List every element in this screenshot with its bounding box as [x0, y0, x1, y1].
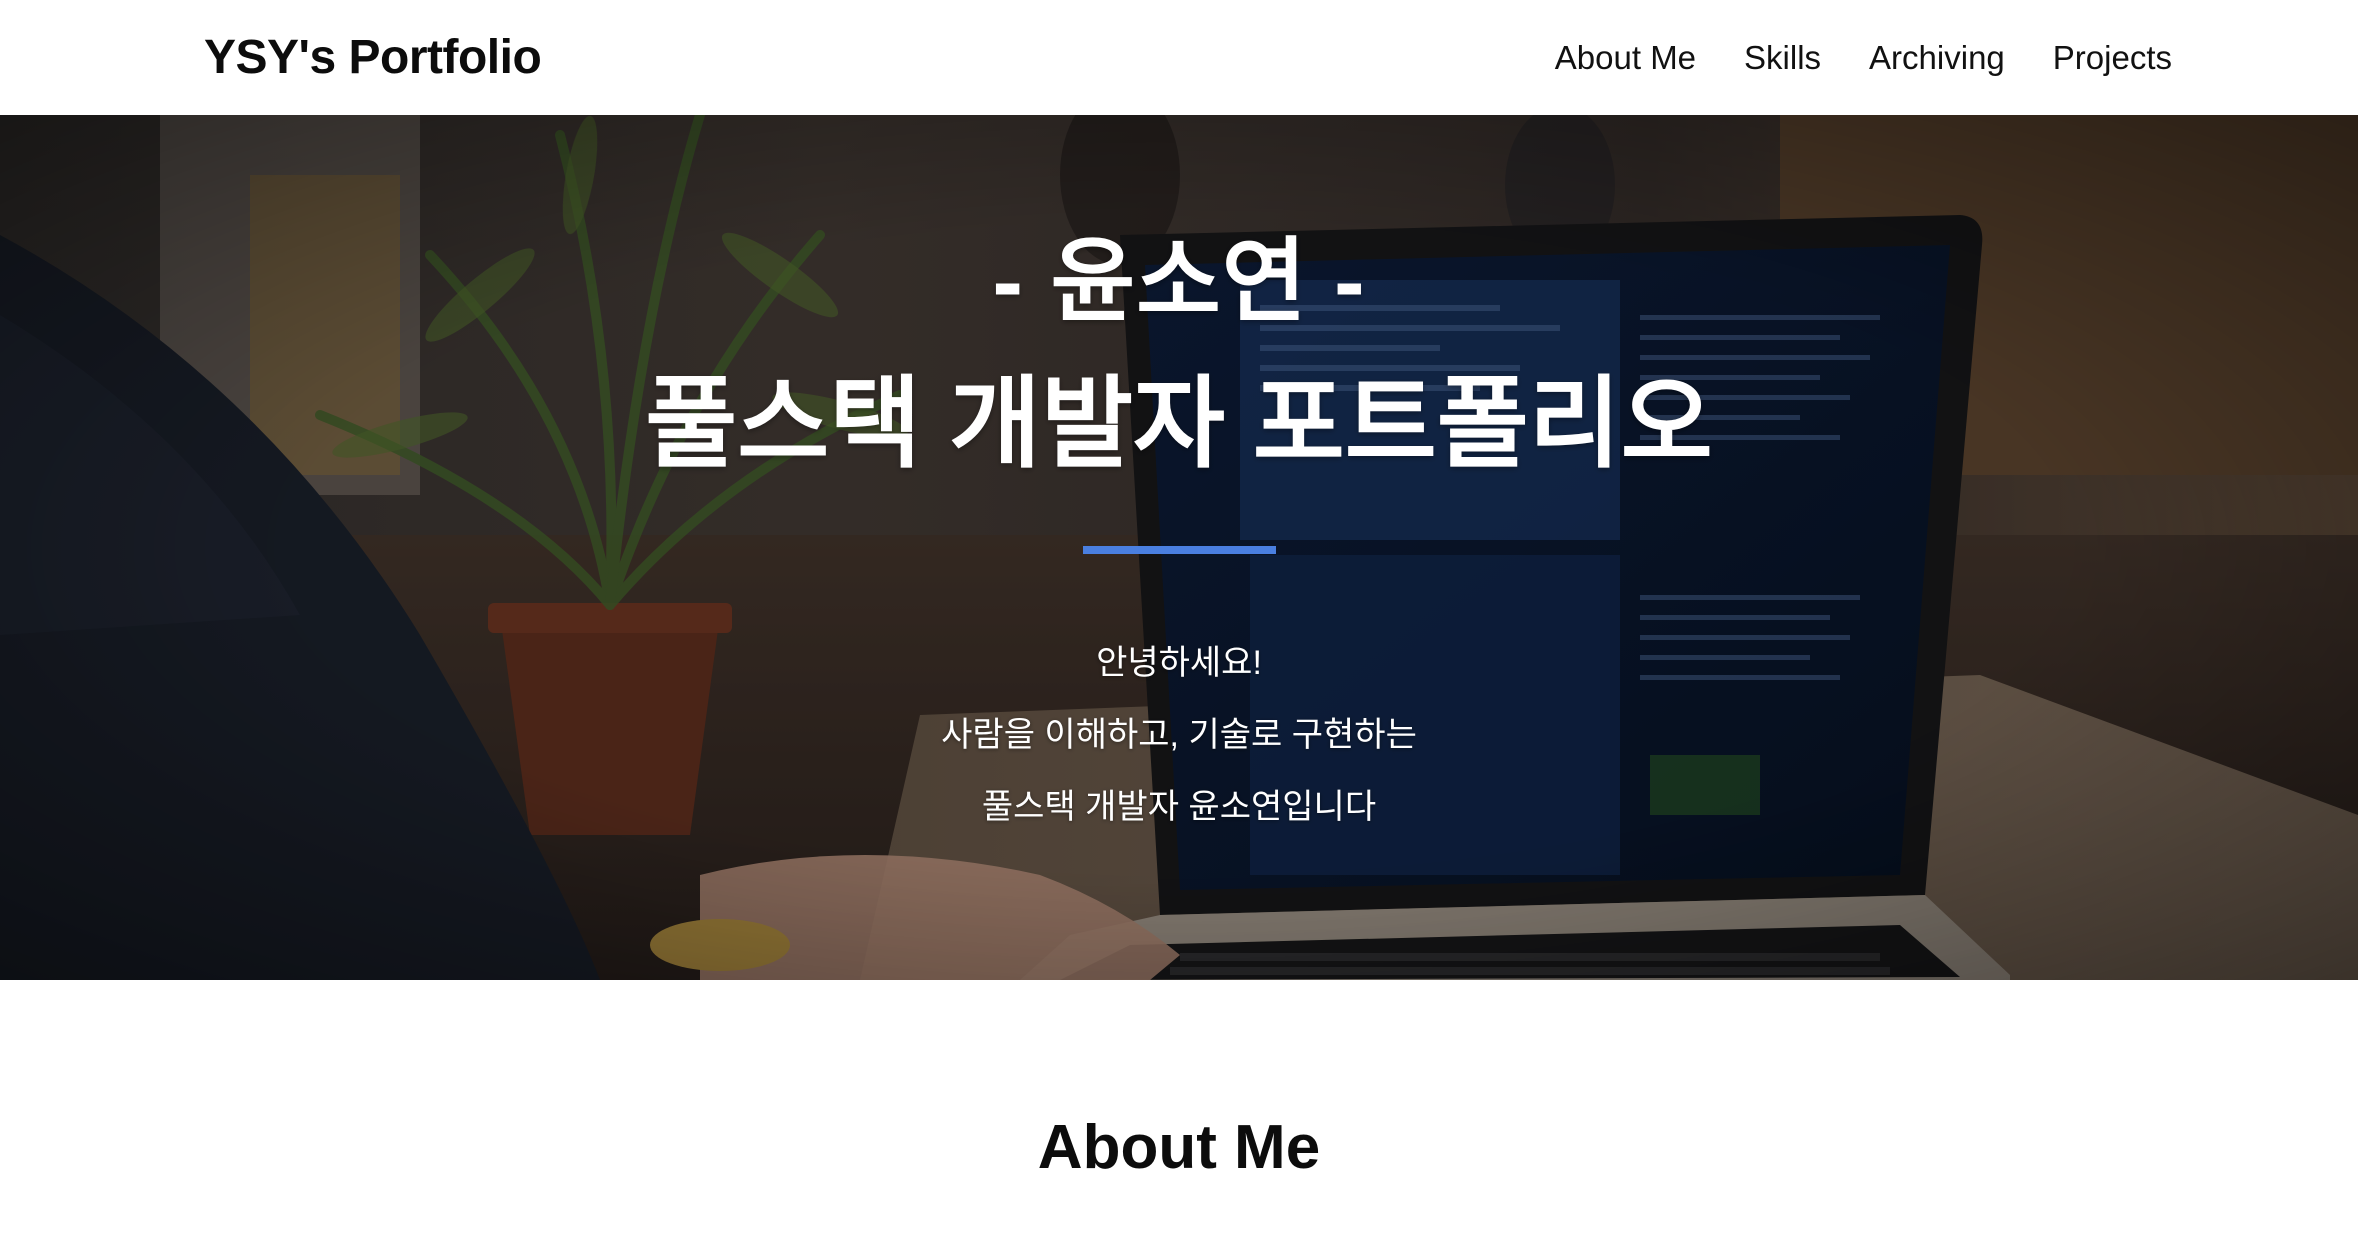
brand-logo[interactable]: YSY's Portfolio: [204, 30, 542, 85]
hero-section: - 윤소연 - 풀스택 개발자 포트폴리오 안녕하세요! 사람을 이해하고, 기…: [0, 115, 2358, 980]
hero-greeting-line: 안녕하세요!: [1096, 644, 1262, 682]
nav-link-archiving[interactable]: Archiving: [1869, 39, 2005, 77]
nav-link-projects[interactable]: Projects: [2053, 39, 2172, 77]
nav-links: About Me Skills Archiving Projects: [1555, 39, 2172, 77]
hero-greeting-line: 사람을 이해하고, 기술로 구현하는: [941, 716, 1417, 754]
navbar: YSY's Portfolio About Me Skills Archivin…: [0, 0, 2358, 115]
hero-divider: [1082, 546, 1276, 554]
hero-greeting: 안녕하세요! 사람을 이해하고, 기술로 구현하는 풀스택 개발자 윤소연입니다: [941, 627, 1417, 843]
about-section: About Me: [0, 980, 2358, 1250]
nav-link-skills[interactable]: Skills: [1744, 39, 1821, 77]
hero-name: - 윤소연 -: [992, 231, 1366, 333]
about-title: About Me: [1037, 1113, 1321, 1182]
hero-greeting-line: 풀스택 개발자 윤소연입니다: [981, 788, 1377, 826]
hero-content: - 윤소연 - 풀스택 개발자 포트폴리오 안녕하세요! 사람을 이해하고, 기…: [0, 115, 2358, 980]
hero-title: 풀스택 개발자 포트폴리오: [645, 368, 1713, 480]
nav-link-about-me[interactable]: About Me: [1555, 39, 1696, 77]
